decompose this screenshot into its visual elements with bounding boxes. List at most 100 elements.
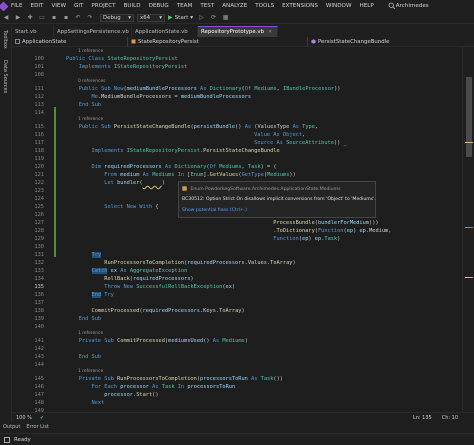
- save-all-icon[interactable]: ▪: [62, 13, 71, 22]
- tab-app-settings-persistence[interactable]: AppSettingsPersistence.vb: [54, 26, 132, 37]
- search-icon[interactable]: [388, 2, 396, 10]
- no-issues-icon[interactable]: ✔: [40, 415, 44, 421]
- code-line[interactable]: 128 .ToDictionary(Function(ep) ep.Medium…: [12, 227, 462, 235]
- code-line[interactable]: 142: [12, 345, 462, 353]
- run-without-debug-icon[interactable]: ▷: [197, 13, 206, 22]
- redo-icon[interactable]: ↷: [86, 13, 95, 22]
- tab-application-state[interactable]: ApplicationState.vb: [132, 26, 198, 37]
- configuration-dropdown[interactable]: Debug ▾: [100, 13, 134, 22]
- platform-dropdown[interactable]: x64 ▾: [137, 13, 165, 22]
- open-icon[interactable]: ▭: [38, 13, 47, 22]
- warning-marker[interactable]: [465, 142, 473, 143]
- method-icon: [311, 39, 316, 44]
- tab-error-list[interactable]: Error List: [23, 424, 52, 430]
- editor-status-bar: 100 % ✔ Ln: 135 Ch: 10: [12, 412, 474, 422]
- warning-marker[interactable]: [465, 277, 473, 278]
- tab-output[interactable]: Output: [0, 424, 23, 430]
- tooltip-symbol-row: Enum PowderkegSoftware.Archimedes.Applic…: [182, 186, 340, 192]
- start-button[interactable]: ▶ Start ▾: [168, 14, 193, 21]
- chevron-down-icon: ▾: [128, 14, 131, 21]
- code-line[interactable]: 121 From medium As Mediums In [Enum].Get…: [12, 171, 462, 179]
- menu-view[interactable]: VIEW: [47, 3, 70, 9]
- code-text: Select New With {: [104, 204, 159, 210]
- code-line[interactable]: 108: [12, 71, 462, 79]
- code-line[interactable]: 112 Me.MediumBundleProcessors = mediumBu…: [12, 93, 462, 101]
- save-icon[interactable]: ▪: [50, 13, 59, 22]
- code-line[interactable]: 127 ProcessBundle(bundlerForMedium))): [12, 219, 462, 227]
- code-line[interactable]: 145 Private Sub RunProcessorsToCompletio…: [12, 375, 462, 383]
- zoom-level[interactable]: 100 %: [16, 415, 32, 421]
- code-line[interactable]: 119: [12, 155, 462, 163]
- code-line[interactable]: 148 Next: [12, 399, 462, 407]
- code-line[interactable]: 140: [12, 323, 462, 331]
- code-line[interactable]: 139 End Sub: [12, 315, 462, 323]
- code-line[interactable]: 136 End Try: [12, 291, 462, 299]
- code-line[interactable]: 120 Dim requiredProcessors As Dictionary…: [12, 163, 462, 171]
- code-line[interactable]: 138 CommitProcessed(requiredProcessors.K…: [12, 307, 462, 315]
- code-line[interactable]: 113 End Sub: [12, 101, 462, 109]
- forward-icon[interactable]: ▶: [14, 13, 23, 22]
- code-text: .ToDictionary(Function(ep) ep.Medium,: [66, 228, 392, 234]
- tab-start[interactable]: Start.vb: [12, 26, 54, 37]
- undo-icon[interactable]: ↶: [74, 13, 83, 22]
- code-line[interactable]: 144: [12, 361, 462, 369]
- code-line[interactable]: 141 Private Sub CommitProcessed(mediumsU…: [12, 337, 462, 345]
- toolbox-tab[interactable]: Toolbox: [2, 30, 8, 49]
- code-line[interactable]: 116 Value As Object,: [12, 131, 462, 139]
- layout-icon[interactable]: ▦: [221, 13, 230, 22]
- code-line[interactable]: 133 Catch ex As AggregateException: [12, 267, 462, 275]
- menu-git[interactable]: GIT: [70, 3, 87, 9]
- code-line[interactable]: 117 Source As SourceAttribute)) _: [12, 139, 462, 147]
- line-number: 145: [34, 376, 44, 382]
- menu-extensions[interactable]: EXTENSIONS: [278, 3, 322, 9]
- code-line[interactable]: 143 End Sub: [12, 353, 462, 361]
- show-potential-fixes-link[interactable]: Show potential fixes (Ctrl+.): [182, 208, 247, 213]
- back-icon[interactable]: ◀: [2, 13, 11, 22]
- hot-reload-icon[interactable]: ⟳: [209, 13, 218, 22]
- menu-file[interactable]: FILE: [7, 3, 27, 9]
- code-line[interactable]: 137: [12, 299, 462, 307]
- code-text: Implements IStateRepositoryPersist.Persi…: [91, 148, 280, 154]
- new-item-icon[interactable]: ✚: [26, 13, 35, 22]
- code-line[interactable]: 130: [12, 243, 462, 251]
- code-line[interactable]: 100 Public Class StateRepositoryPersist: [12, 55, 462, 63]
- menu-help[interactable]: HELP: [355, 3, 377, 9]
- code-line[interactable]: 147 processor.Start(): [12, 391, 462, 399]
- data-sources-tab[interactable]: Data Sources: [2, 60, 8, 93]
- code-line[interactable]: 111 Public Sub New(mediumBundleProcessor…: [12, 85, 462, 93]
- member-dropdown[interactable]: PersistStateChangeBundle: [308, 37, 474, 46]
- menu-project[interactable]: PROJECT: [87, 3, 119, 9]
- code-text: RollBack(requiredProcessors): [104, 276, 194, 282]
- line-number: 112: [34, 94, 44, 100]
- close-icon[interactable]: ✕: [268, 29, 272, 35]
- class-dropdown[interactable]: StateRepositoryPersist: [128, 37, 308, 46]
- menu-test[interactable]: TEST: [196, 3, 218, 9]
- code-line[interactable]: 134 RollBack(requiredProcessors): [12, 275, 462, 283]
- status-bar: Ready: [0, 433, 474, 445]
- menu-team[interactable]: TEAM: [173, 3, 197, 9]
- code-line[interactable]: 131 Try: [12, 251, 462, 259]
- tab-repository-prototype[interactable]: RepositoryPrototype.vb ✕: [198, 26, 278, 37]
- scrollbar-thumb[interactable]: [466, 77, 472, 157]
- menu-window[interactable]: WINDOW: [322, 3, 356, 9]
- code-line[interactable]: 132 RunProcessorsToCompletion(requiredPr…: [12, 259, 462, 267]
- code-line[interactable]: 118 Implements IStateRepositoryPersist.P…: [12, 147, 462, 155]
- code-line[interactable]: 115 Public Sub PersistStateChangeBundle(…: [12, 123, 462, 131]
- menu-edit[interactable]: EDIT: [27, 3, 48, 9]
- code-text: processor.Start(): [104, 392, 159, 398]
- line-number: 142: [34, 346, 44, 352]
- code-line[interactable]: 129 Function(ep) ep.Task): [12, 235, 462, 243]
- menu-analyze[interactable]: ANALYZE: [218, 3, 251, 9]
- code-line[interactable]: 114: [12, 109, 462, 117]
- code-line[interactable]: 135 Throw New SuccessfulRollBackExceptio…: [12, 283, 462, 291]
- line-number: 147: [34, 392, 44, 398]
- menu-debug[interactable]: DEBUG: [145, 3, 173, 9]
- vertical-scrollbar[interactable]: [462, 47, 474, 412]
- menu-build[interactable]: BUILD: [120, 3, 145, 9]
- code-text: End Sub: [78, 102, 102, 108]
- code-line[interactable]: 146 For Each processor As Task In proces…: [12, 383, 462, 391]
- project-dropdown[interactable]: ApplicationState: [12, 37, 128, 46]
- code-line[interactable]: 101 Implements IStateRepositoryPersist: [12, 63, 462, 71]
- code-editor[interactable]: 1 reference 100 Public Class StateReposito…: [12, 47, 462, 412]
- menu-tools[interactable]: TOOLS: [251, 3, 278, 9]
